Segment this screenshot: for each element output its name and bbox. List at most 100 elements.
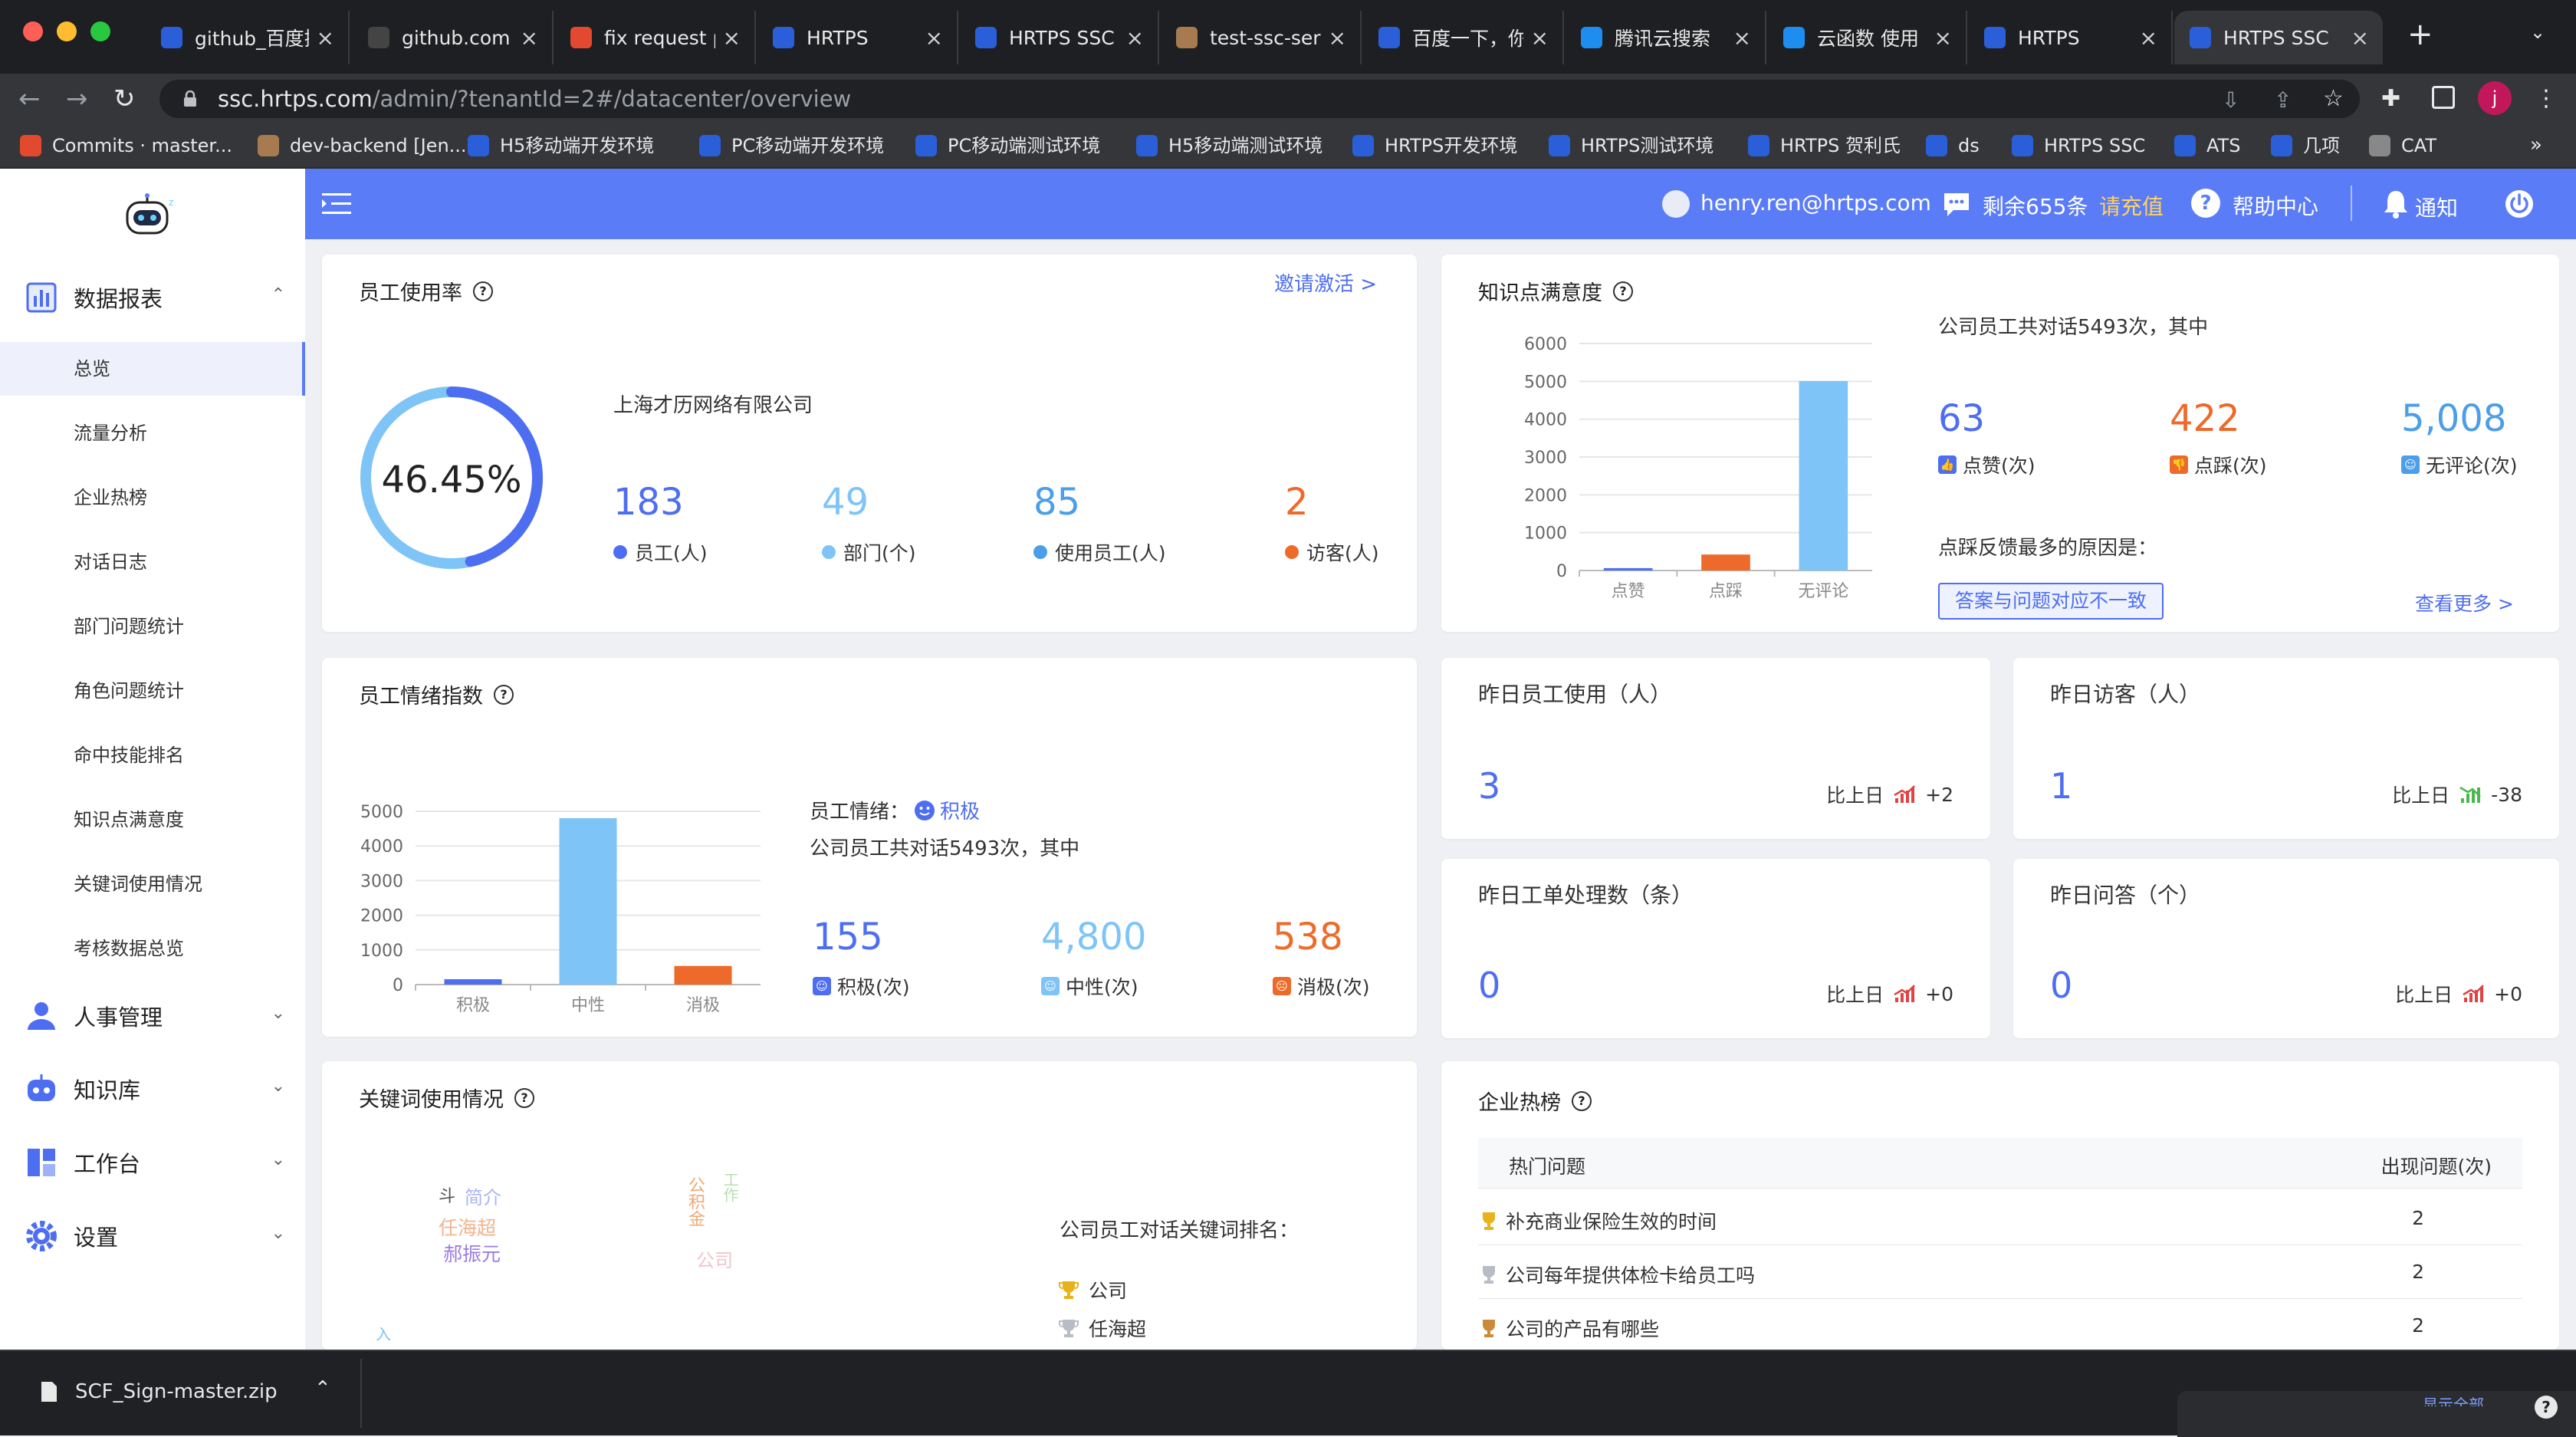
browser-tab[interactable]: 云函数 使用 × bbox=[1768, 11, 1967, 64]
bookmark-item[interactable]: ds bbox=[1926, 124, 1980, 167]
sidebar-item[interactable]: 角色问题统计 bbox=[0, 664, 305, 718]
tab-close-icon[interactable]: × bbox=[317, 25, 334, 51]
tab-close-icon[interactable]: × bbox=[925, 25, 943, 51]
menu-group-knowledge[interactable]: 知识库 ⌄ bbox=[25, 1066, 285, 1112]
extensions-icon[interactable]: ✚ bbox=[2381, 84, 2400, 113]
menu-group-hr[interactable]: 人事管理 ⌄ bbox=[25, 993, 285, 1039]
browser-tab[interactable]: github_百度搜索 × bbox=[146, 11, 350, 64]
share-icon[interactable]: ⇪ bbox=[2274, 86, 2292, 115]
trophy-icon bbox=[1059, 1320, 1079, 1337]
bookmark-item[interactable]: CAT bbox=[2369, 124, 2436, 167]
sidebar-item[interactable]: 对话日志 bbox=[0, 535, 305, 589]
user-avatar[interactable] bbox=[1662, 190, 1690, 218]
sidebar-item[interactable]: 部门问题统计 bbox=[0, 600, 305, 653]
bookmark-item[interactable]: ATS bbox=[2174, 124, 2240, 167]
collapse-menu-icon[interactable] bbox=[322, 192, 353, 216]
tab-close-icon[interactable]: × bbox=[1531, 25, 1549, 51]
sidebar-item[interactable]: 企业热榜 bbox=[0, 471, 305, 524]
help-icon[interactable]: ? bbox=[2191, 189, 2220, 218]
tab-close-icon[interactable]: × bbox=[1126, 25, 1144, 51]
menu-group-settings[interactable]: 设置 ⌄ bbox=[25, 1213, 285, 1259]
tab-close-icon[interactable]: × bbox=[723, 25, 741, 51]
recharge-link[interactable]: 请充值 bbox=[2099, 190, 2164, 221]
power-icon[interactable] bbox=[2504, 189, 2535, 219]
bookmark-item[interactable]: HRTPS SSC bbox=[2012, 124, 2145, 167]
tab-close-icon[interactable]: × bbox=[1733, 25, 1751, 51]
help-circle-icon[interactable]: ? bbox=[1613, 281, 1633, 301]
table-row[interactable]: 补充商业保险生效的时间 2 bbox=[1478, 1192, 2522, 1245]
bookmark-item[interactable]: Commits · master... bbox=[20, 124, 232, 167]
browser-tab[interactable]: fix request p × bbox=[555, 11, 756, 64]
compare-delta: +0 bbox=[2494, 982, 2522, 1005]
help-icon[interactable]: ? bbox=[2535, 1396, 2558, 1419]
help-circle-icon[interactable]: ? bbox=[473, 281, 493, 301]
url-input[interactable]: ssc.hrtps.com/admin/?tenantId=2#/datacen… bbox=[159, 80, 2360, 118]
browser-tab[interactable]: HRTPS × bbox=[757, 11, 958, 64]
bookmark-item[interactable]: PC移动端测试环境 bbox=[915, 124, 1100, 167]
stat-label: ☺ 积极(次) bbox=[813, 972, 910, 1000]
back-button[interactable]: ← bbox=[18, 84, 41, 113]
new-tab-button[interactable]: + bbox=[2407, 17, 2433, 52]
sidebar-item[interactable]: 关键词使用情况 bbox=[0, 857, 305, 911]
tab-close-icon[interactable]: × bbox=[521, 25, 538, 51]
bookmark-item[interactable]: HRTPS开发环境 bbox=[1352, 124, 1517, 167]
menu-group-reports[interactable]: 数据报表 ⌃ bbox=[25, 275, 285, 321]
invite-activate-link[interactable]: 邀请激活 > bbox=[1274, 268, 1377, 297]
install-icon[interactable]: ⇩ bbox=[2222, 86, 2239, 115]
table-row[interactable]: 公司的产品有哪些 2 bbox=[1478, 1299, 2522, 1350]
bookmark-favicon-icon bbox=[915, 135, 937, 156]
help-circle-icon[interactable]: ? bbox=[494, 684, 514, 705]
close-window-button[interactable] bbox=[23, 21, 43, 41]
browser-tab[interactable]: 百度一下，你 × bbox=[1363, 11, 1564, 64]
tab-close-icon[interactable]: × bbox=[1329, 25, 1346, 51]
tab-search-icon[interactable]: ⌄ bbox=[2530, 21, 2545, 43]
smile-icon bbox=[915, 800, 935, 820]
bookmark-item[interactable]: HRTPS 贺利氏 bbox=[1748, 124, 1901, 167]
reload-button[interactable]: ↻ bbox=[113, 84, 136, 113]
bar bbox=[1603, 567, 1653, 571]
bookmark-item[interactable]: H5移动端测试环境 bbox=[1136, 124, 1322, 167]
browser-tab[interactable]: HRTPS SSC × bbox=[2174, 11, 2383, 64]
bookmark-star-icon[interactable]: ☆ bbox=[2323, 84, 2344, 113]
bookmark-item[interactable]: 几项 bbox=[2271, 124, 2340, 167]
bookmark-item[interactable]: dev-backend [Jen... bbox=[258, 124, 467, 167]
browser-tab[interactable]: github.com × bbox=[353, 11, 554, 64]
side-panel-icon[interactable] bbox=[2432, 86, 2455, 109]
tab-close-icon[interactable]: × bbox=[2351, 25, 2369, 51]
bookmark-item[interactable]: PC移动端开发环境 bbox=[699, 124, 884, 167]
notification-link[interactable]: 通知 bbox=[2415, 192, 2458, 222]
menu-group-workbench[interactable]: 工作台 ⌄ bbox=[25, 1139, 285, 1185]
user-email[interactable]: henry.ren@hrtps.com bbox=[1700, 190, 1931, 215]
sidebar-item[interactable]: 总览 bbox=[0, 342, 305, 396]
sidebar-item[interactable]: 流量分析 bbox=[0, 406, 305, 460]
more-bookmarks-icon[interactable]: » bbox=[2530, 133, 2542, 156]
browser-tab[interactable]: 腾讯云搜索 × bbox=[1566, 11, 1766, 64]
maximize-window-button[interactable] bbox=[90, 21, 110, 41]
view-more-link[interactable]: 查看更多 > bbox=[2415, 589, 2514, 617]
browser-tab-bar: github_百度搜索×github.com×fix request p×HRT… bbox=[0, 0, 2576, 74]
profile-avatar[interactable]: j bbox=[2478, 81, 2512, 115]
table-row[interactable]: 公司每年提供体检卡给员工吗 2 bbox=[1478, 1245, 2522, 1299]
bell-icon[interactable] bbox=[2383, 189, 2409, 219]
sidebar-item[interactable]: 知识点满意度 bbox=[0, 793, 305, 847]
tab-close-icon[interactable]: × bbox=[2140, 25, 2157, 51]
minimize-window-button[interactable] bbox=[57, 21, 77, 41]
browser-menu-icon[interactable]: ⋮ bbox=[2535, 84, 2558, 113]
reason-tag[interactable]: 答案与问题对应不一致 bbox=[1938, 583, 2164, 620]
browser-tab[interactable]: HRTPS SSC × bbox=[960, 11, 1159, 64]
sidebar-item[interactable]: 命中技能排名 bbox=[0, 728, 305, 782]
browser-tab[interactable]: test-ssc-ser × bbox=[1161, 11, 1362, 64]
show-all-downloads-link[interactable]: 显示全部 bbox=[2423, 1393, 2484, 1406]
tab-close-icon[interactable]: × bbox=[1934, 25, 1952, 51]
help-circle-icon[interactable]: ? bbox=[1572, 1090, 1592, 1111]
sidebar-item[interactable]: 考核数据总览 bbox=[0, 922, 305, 975]
chevron-up-icon[interactable]: ⌃ bbox=[314, 1377, 331, 1400]
help-center-link[interactable]: 帮助中心 bbox=[2233, 190, 2318, 221]
forward-button[interactable]: → bbox=[66, 84, 88, 113]
bookmark-item[interactable]: HRTPS测试环境 bbox=[1549, 124, 1714, 167]
download-filename[interactable]: SCF_Sign-master.zip bbox=[75, 1380, 278, 1403]
bookmark-item[interactable]: H5移动端开发环境 bbox=[468, 124, 654, 167]
help-circle-icon[interactable]: ? bbox=[514, 1087, 534, 1108]
browser-tab[interactable]: HRTPS × bbox=[1969, 11, 2173, 64]
stat-label-text: 中性(次) bbox=[1066, 976, 1138, 998]
